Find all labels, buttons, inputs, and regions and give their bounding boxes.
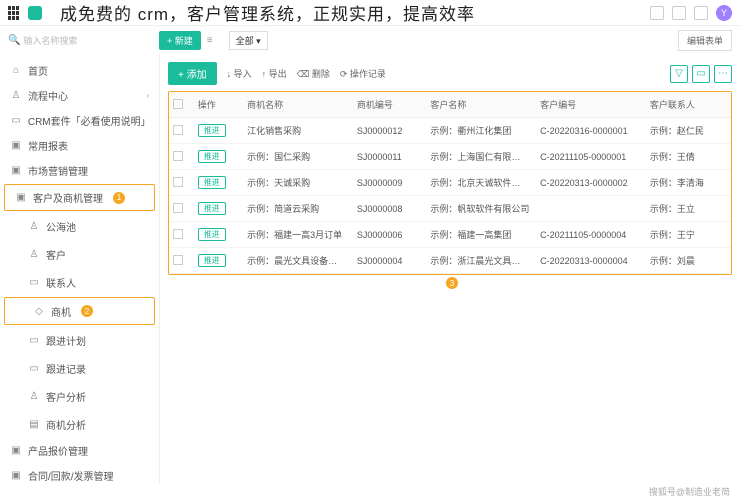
watermark: 搜狐号@制造业老简: [649, 485, 730, 498]
sidebar-item[interactable]: ▣客户及商机管理1: [4, 184, 155, 211]
col-header: 客户名称: [426, 92, 536, 118]
checkbox[interactable]: [173, 255, 183, 265]
push-button[interactable]: 推进: [198, 202, 226, 215]
table-row[interactable]: 推进示例：晨光文具设备…SJ0000004示例：浙江晨光文具…C-2022031…: [169, 248, 731, 274]
col-header: 操作: [194, 92, 243, 118]
checkbox[interactable]: [173, 203, 183, 213]
list-icon[interactable]: ≡: [207, 35, 213, 46]
sidebar-item[interactable]: ▭跟进记录: [0, 354, 159, 382]
sidebar-item[interactable]: ▣产品报价管理: [0, 438, 159, 463]
col-header: 商机编号: [353, 92, 426, 118]
help-icon[interactable]: [650, 6, 664, 20]
avatar[interactable]: Y: [716, 5, 732, 21]
push-button[interactable]: 推进: [198, 254, 226, 267]
apps-icon[interactable]: [8, 6, 22, 20]
column-icon[interactable]: ▭: [692, 65, 710, 83]
sidebar: ⌂首页♙流程中心›▭CRM套件「必看使用说明」▣常用报表▣市场营销管理▣客户及商…: [0, 54, 160, 484]
filter-all-tab[interactable]: 全部 ▾: [229, 31, 268, 50]
checkbox[interactable]: [173, 177, 183, 187]
sidebar-item[interactable]: ♙客户: [0, 240, 159, 268]
push-button[interactable]: 推进: [198, 150, 226, 163]
search-input[interactable]: 输入名称搜索: [8, 34, 153, 47]
more-icon[interactable]: ⋯: [714, 65, 732, 83]
push-button[interactable]: 推进: [198, 176, 226, 189]
checkbox[interactable]: [173, 125, 183, 135]
sidebar-item[interactable]: ▣市场营销管理: [0, 158, 159, 183]
table-row[interactable]: 推进示例：天诚采购SJ0000009示例：北京天诚软件…C-20220313-0…: [169, 170, 731, 196]
sidebar-item[interactable]: ⌂首页: [0, 58, 159, 83]
sidebar-item[interactable]: ◇商机2: [4, 297, 155, 325]
sidebar-item[interactable]: ♙客户分析: [0, 382, 159, 410]
delete-button[interactable]: ⌫ 删除: [297, 67, 330, 80]
app-logo: [28, 6, 42, 20]
new-button[interactable]: + 新建: [159, 31, 201, 50]
col-header: 客户编号: [536, 92, 646, 118]
callout-3: 3: [446, 277, 458, 289]
sidebar-item[interactable]: ▤商机分析: [0, 410, 159, 438]
push-button[interactable]: 推进: [198, 124, 226, 137]
col-header: 客户联系人: [646, 92, 731, 118]
sidebar-item[interactable]: ♙流程中心›: [0, 83, 159, 108]
push-button[interactable]: 推进: [198, 228, 226, 241]
col-header: [169, 92, 194, 118]
gear-icon[interactable]: [694, 6, 708, 20]
sidebar-item[interactable]: ▣常用报表: [0, 133, 159, 158]
table-row[interactable]: 推进示例：国仁采购SJ0000011示例：上海国仁有限…C-20211105-0…: [169, 144, 731, 170]
data-table: 操作商机名称商机编号客户名称客户编号客户联系人 推进江化销售采购SJ000001…: [168, 91, 732, 275]
checkbox[interactable]: [173, 229, 183, 239]
table-row[interactable]: 推进江化销售采购SJ0000012示例：衢州江化集团C-20220316-000…: [169, 118, 731, 144]
table-row[interactable]: 推进示例：福建一高3月订单SJ0000006示例：福建一高集团C-2021110…: [169, 222, 731, 248]
sidebar-item[interactable]: ♙公海池: [0, 212, 159, 240]
edit-form-button[interactable]: 编辑表单: [678, 30, 732, 51]
ad-tagline: 成免费的 crm，客户管理系统，正规实用，提高效率: [60, 0, 475, 25]
add-button[interactable]: + 添加: [168, 62, 217, 85]
table-row[interactable]: 推进示例：简道云采购SJ0000008示例：帆软软件有限公司示例：王立: [169, 196, 731, 222]
checkbox[interactable]: [173, 151, 183, 161]
sidebar-item[interactable]: ▣合同/回款/发票管理: [0, 463, 159, 484]
sidebar-item[interactable]: ▭跟进计划: [0, 326, 159, 354]
import-button[interactable]: ↓ 导入: [227, 67, 252, 80]
log-button[interactable]: ⟳ 操作记录: [340, 67, 386, 80]
sidebar-item[interactable]: ▭CRM套件「必看使用说明」: [0, 108, 159, 133]
export-button[interactable]: ↑ 导出: [262, 67, 287, 80]
col-header: 商机名称: [243, 92, 353, 118]
filter-icon[interactable]: ▽: [670, 65, 688, 83]
bell-icon[interactable]: [672, 6, 686, 20]
sidebar-item[interactable]: ▭联系人: [0, 268, 159, 296]
